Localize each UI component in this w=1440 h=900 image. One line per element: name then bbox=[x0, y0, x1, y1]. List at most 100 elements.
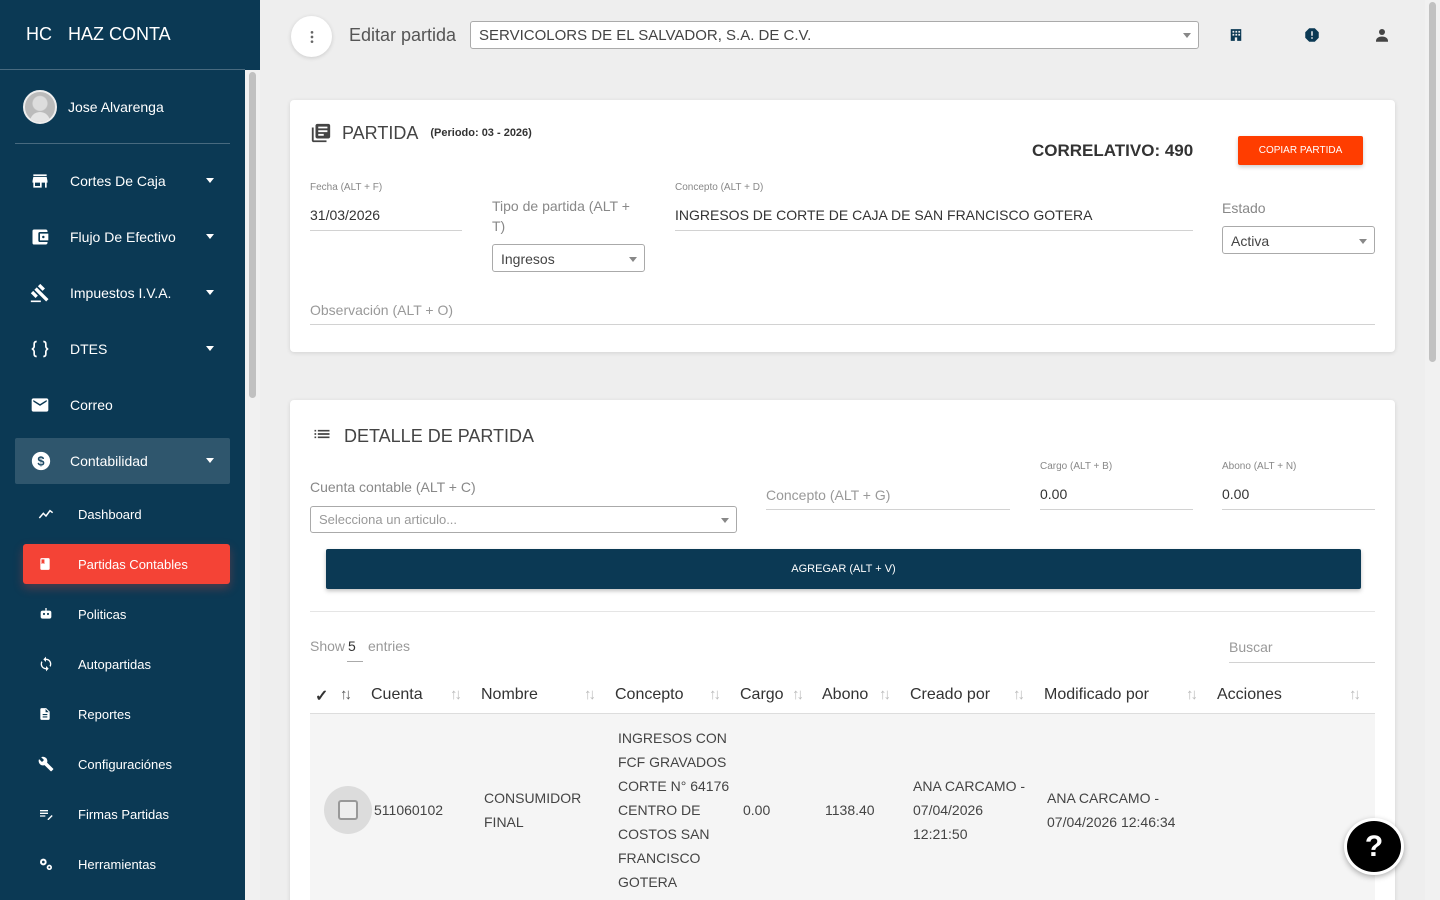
sort-icon[interactable]: ↑↓ bbox=[1186, 686, 1198, 703]
sidebar-item-flujo-de-efectivo[interactable]: Flujo De Efectivo bbox=[15, 214, 230, 260]
row-checkbox[interactable] bbox=[324, 786, 372, 834]
col-concepto[interactable]: Concepto bbox=[615, 686, 684, 704]
detalle-title: DETALLE DE PARTIDA bbox=[344, 426, 535, 446]
caret-down-icon bbox=[206, 290, 214, 295]
cargo-field[interactable]: 0.00 bbox=[1040, 486, 1067, 502]
col-nombre[interactable]: Nombre bbox=[481, 686, 538, 704]
alert-button[interactable] bbox=[1302, 25, 1322, 45]
braces-icon bbox=[30, 339, 70, 359]
sidebar-scrollbar[interactable] bbox=[245, 70, 260, 900]
sort-icon[interactable]: ↑↓ bbox=[1349, 686, 1361, 703]
sidebar-subitem-dashboard[interactable]: Dashboard bbox=[23, 494, 230, 534]
col-modificado[interactable]: Modificado por bbox=[1044, 686, 1149, 704]
sidebar-item-cortes-de-caja[interactable]: Cortes De Caja bbox=[15, 158, 230, 204]
cell-modificado: ANA CARCAMO - 07/04/2026 12:46:34 bbox=[1047, 786, 1175, 834]
cell-concepto-line: CENTRO DE bbox=[618, 802, 701, 818]
page-scrollbar[interactable] bbox=[1425, 0, 1440, 900]
estado-label: Estado bbox=[1222, 200, 1266, 216]
sidebar-item-label: Contabilidad bbox=[70, 453, 148, 469]
cell-modificado-line: 07/04/2026 12:46:34 bbox=[1047, 814, 1176, 830]
sidebar-item-dtes[interactable]: DTES bbox=[15, 326, 230, 372]
app-header[interactable]: HC HAZ CONTA bbox=[0, 0, 245, 70]
more-options-button[interactable] bbox=[291, 16, 332, 57]
mail-icon bbox=[30, 395, 70, 415]
cuenta-select[interactable]: Selecciona un articulo... bbox=[310, 506, 737, 533]
more-vert-icon bbox=[310, 30, 313, 43]
estado-select-value: Activa bbox=[1231, 233, 1270, 249]
tipo-label-2: T) bbox=[492, 218, 506, 234]
estado-select[interactable]: Activa bbox=[1222, 226, 1375, 254]
scrollbar-thumb[interactable] bbox=[1429, 2, 1436, 362]
sort-icon[interactable]: ↑↓ bbox=[792, 686, 804, 703]
copy-partida-button[interactable]: COPIAR PARTIDA bbox=[1238, 136, 1363, 165]
building-button[interactable] bbox=[1226, 25, 1246, 45]
tipo-select[interactable]: Ingresos bbox=[492, 244, 645, 272]
sort-icon[interactable]: ↑↓ bbox=[584, 686, 596, 703]
detalle-card: DETALLE DE PARTIDA Cuenta contable (ALT … bbox=[290, 400, 1395, 900]
cell-concepto-line: CORTE N° 64176 bbox=[618, 778, 730, 794]
abono-field[interactable]: 0.00 bbox=[1222, 486, 1249, 502]
cell-modificado-line: ANA CARCAMO - bbox=[1047, 790, 1160, 806]
detalle-concepto-field[interactable]: Concepto (ALT + G) bbox=[766, 487, 890, 503]
concepto-field[interactable]: INGRESOS DE CORTE DE CAJA DE SAN FRANCIS… bbox=[675, 207, 1092, 223]
table-row[interactable]: 511060102 CONSUMIDOR FINAL INGRESOS CON … bbox=[310, 714, 1375, 900]
partida-header: PARTIDA (Periodo: 03 - 2026) bbox=[310, 122, 532, 144]
chart-icon bbox=[38, 506, 78, 522]
sort-icon[interactable]: ↑↓ bbox=[709, 686, 721, 703]
cell-concepto-line: INGRESOS CON bbox=[618, 730, 727, 746]
sidebar-subitem-herramientas[interactable]: Herramientas bbox=[23, 844, 230, 884]
sort-icon[interactable]: ↑↓ bbox=[450, 686, 462, 703]
col-check[interactable]: ✓ bbox=[315, 686, 328, 706]
sidebar-item-contabilidad[interactable]: $ Contabilidad bbox=[15, 438, 230, 484]
sidebar-subitem-politicas[interactable]: Politicas bbox=[23, 594, 230, 634]
col-cuenta[interactable]: Cuenta bbox=[371, 686, 423, 704]
cell-concepto-line: FCF GRAVADOS bbox=[618, 754, 727, 770]
caret-down-icon bbox=[206, 178, 214, 183]
sidebar-subitem-label: Firmas Partidas bbox=[78, 806, 170, 822]
store-icon bbox=[30, 171, 70, 191]
detalle-concepto-underline bbox=[766, 509, 1010, 510]
fecha-field[interactable]: 31/03/2026 bbox=[310, 207, 380, 223]
sidebar-item-label: Impuestos I.V.A. bbox=[70, 285, 172, 301]
detalle-header: DETALLE DE PARTIDA bbox=[312, 426, 534, 447]
checkbox-box bbox=[338, 800, 358, 820]
col-abono[interactable]: Abono bbox=[822, 686, 868, 704]
concepto-label: Concepto (ALT + D) bbox=[675, 182, 764, 193]
entries-select[interactable]: 5 bbox=[348, 638, 356, 654]
caret-down-icon bbox=[206, 458, 214, 463]
sidebar-subitem-firmas-partidas[interactable]: Firmas Partidas bbox=[23, 794, 230, 834]
help-button[interactable]: ? bbox=[1344, 818, 1404, 875]
col-cargo[interactable]: Cargo bbox=[740, 686, 784, 704]
fecha-underline bbox=[310, 230, 462, 231]
sidebar-subitem-label: Autopartidas bbox=[78, 656, 151, 672]
scrollbar-thumb[interactable] bbox=[249, 72, 256, 398]
sidebar-subitem-label: Dashboard bbox=[78, 506, 142, 522]
dropdown-arrow-icon bbox=[1359, 239, 1367, 244]
partida-card: PARTIDA (Periodo: 03 - 2026) CORRELATIVO… bbox=[290, 100, 1395, 352]
sidebar-subitem-reportes[interactable]: Reportes bbox=[23, 694, 230, 734]
user-profile[interactable]: Jose Alvarenga bbox=[15, 70, 230, 144]
search-underline bbox=[1229, 662, 1375, 663]
cell-creado: ANA CARCAMO - 07/04/2026 12:21:50 bbox=[913, 774, 1025, 846]
sidebar-subitem-configuraciones[interactable]: Configuraciónes bbox=[23, 744, 230, 784]
col-creado[interactable]: Creado por bbox=[910, 686, 990, 704]
sort-icon[interactable]: ↑↓ bbox=[879, 686, 891, 703]
tipo-select-value: Ingresos bbox=[501, 251, 555, 267]
company-select-value: SERVICOLORS DE EL SALVADOR, S.A. DE C.V. bbox=[479, 27, 812, 44]
company-select[interactable]: SERVICOLORS DE EL SALVADOR, S.A. DE C.V. bbox=[470, 21, 1199, 49]
agregar-button[interactable]: AGREGAR (ALT + V) bbox=[326, 549, 1361, 589]
cell-creado-line: ANA CARCAMO - bbox=[913, 778, 1026, 794]
sidebar-item-impuestos-iva[interactable]: Impuestos I.V.A. bbox=[15, 270, 230, 316]
sidebar-item-label: DTES bbox=[70, 341, 108, 357]
edit-list-icon bbox=[38, 806, 78, 822]
cell-creado-line: 12:21:50 bbox=[913, 826, 968, 842]
cell-cuenta: 511060102 bbox=[374, 802, 444, 818]
account-button[interactable] bbox=[1372, 25, 1392, 45]
observacion-field[interactable]: Observación (ALT + O) bbox=[310, 302, 453, 318]
sidebar-subitem-autopartidas[interactable]: Autopartidas bbox=[23, 644, 230, 684]
sort-icon[interactable]: ↑↓ bbox=[340, 686, 352, 703]
sidebar-subitem-partidas-contables[interactable]: Partidas Contables bbox=[23, 544, 230, 584]
sort-icon[interactable]: ↑↓ bbox=[1013, 686, 1025, 703]
sidebar-item-correo[interactable]: Correo bbox=[15, 382, 230, 428]
search-input[interactable]: Buscar bbox=[1229, 639, 1273, 655]
